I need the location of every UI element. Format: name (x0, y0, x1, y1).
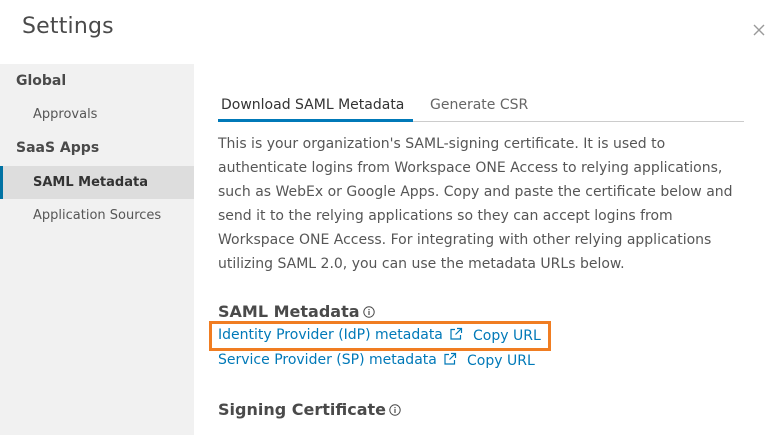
close-icon[interactable] (751, 22, 767, 38)
idp-metadata-link[interactable]: Identity Provider (IdP) metadata (218, 327, 443, 343)
dialog-title: Settings (22, 14, 114, 39)
sp-metadata-row: Service Provider (SP) metadata (218, 352, 457, 368)
external-link-icon[interactable] (443, 352, 457, 366)
tab-generate-csr[interactable]: Generate CSR (430, 97, 528, 113)
saml-metadata-title-text: SAML Metadata (218, 302, 360, 321)
info-icon[interactable] (362, 306, 375, 318)
nav-item-approvals[interactable]: Approvals (0, 98, 194, 131)
info-icon[interactable] (389, 404, 401, 416)
idp-copy-url-button[interactable]: Copy URL (473, 328, 541, 344)
nav-item-application-sources[interactable]: Application Sources (0, 199, 194, 232)
certificate-description: This is your organization's SAML-signing… (218, 136, 733, 272)
external-link-icon[interactable] (449, 327, 463, 341)
nav-group-global: Global (16, 73, 67, 89)
idp-metadata-row: Identity Provider (IdP) metadata (218, 327, 463, 343)
active-tab-indicator (218, 119, 413, 122)
settings-sidebar: Global Approvals SaaS Apps SAML Metadata… (0, 64, 194, 435)
nav-group-saas-apps: SaaS Apps (16, 140, 100, 156)
sp-copy-url-button[interactable]: Copy URL (467, 353, 535, 369)
signing-certificate-section-title: Signing Certificate (218, 400, 401, 419)
sp-metadata-link[interactable]: Service Provider (SP) metadata (218, 352, 437, 368)
nav-item-saml-metadata[interactable]: SAML Metadata (0, 166, 194, 199)
tab-download-saml-metadata[interactable]: Download SAML Metadata (221, 97, 404, 113)
signing-certificate-title-text: Signing Certificate (218, 400, 387, 419)
tab-bar: Download SAML Metadata Generate CSR (218, 92, 744, 122)
saml-metadata-section-title: SAML Metadata (218, 302, 375, 321)
